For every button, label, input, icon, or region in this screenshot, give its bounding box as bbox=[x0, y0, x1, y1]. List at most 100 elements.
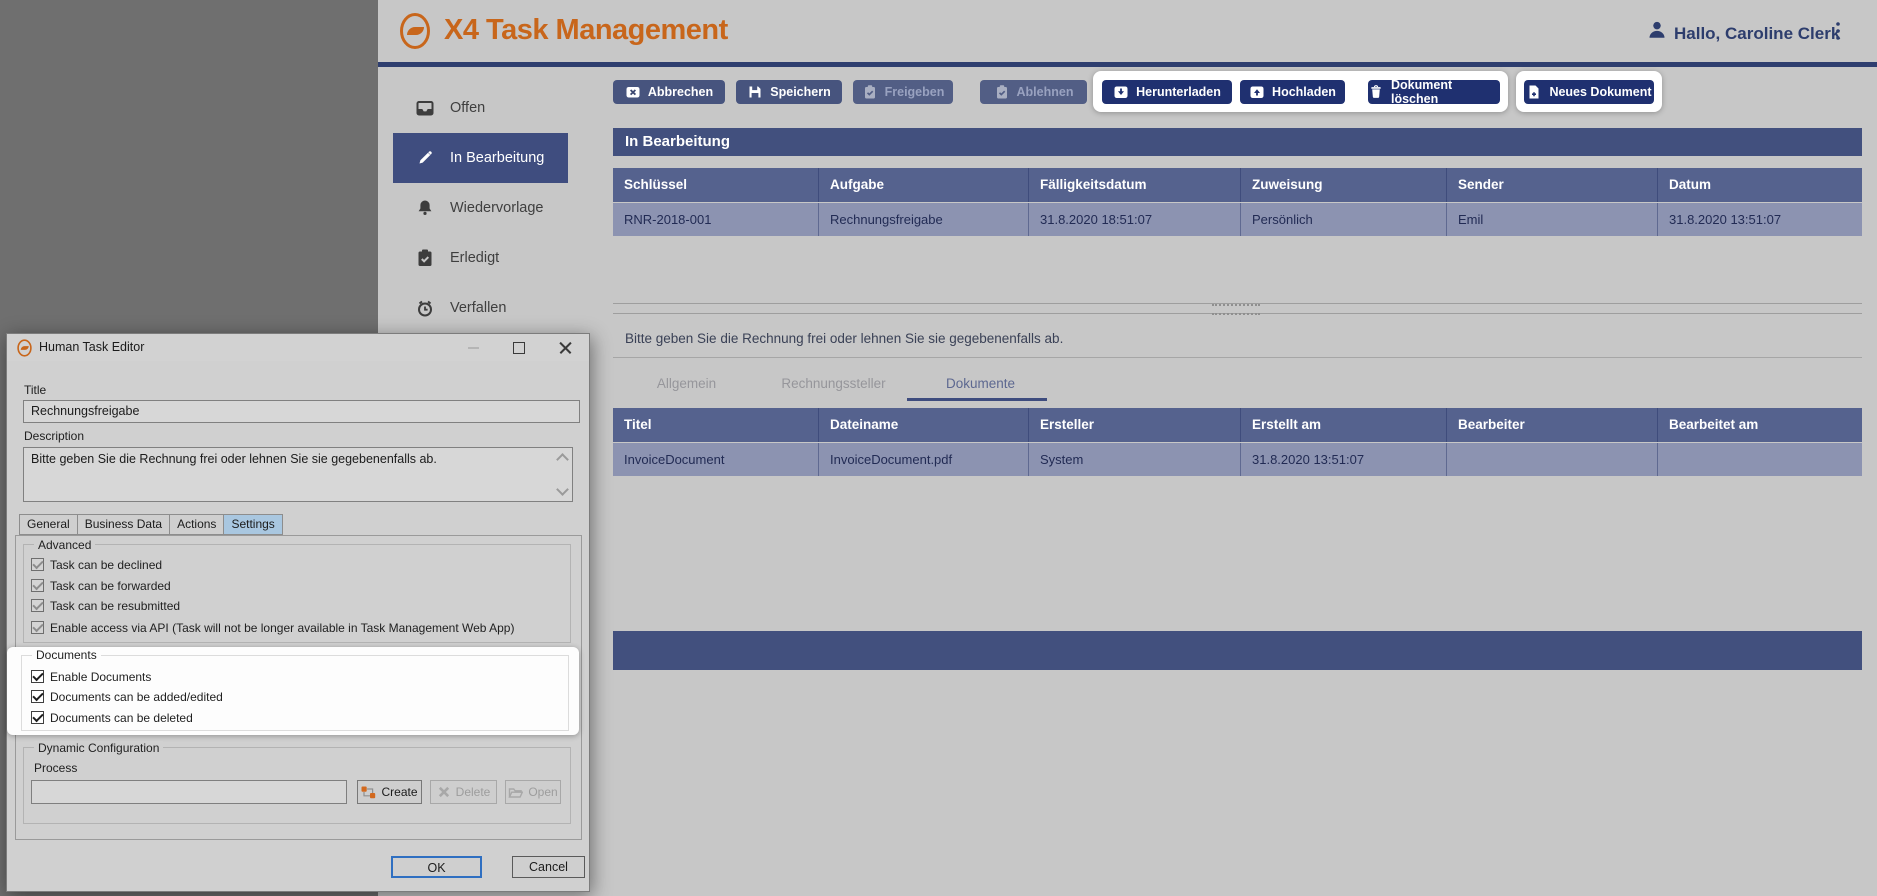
tab-dokumente[interactable]: Dokumente bbox=[907, 369, 1054, 399]
checkbox-label: Enable access via API (Task will not be … bbox=[50, 621, 514, 635]
cell-ersteller: System bbox=[1029, 443, 1241, 476]
ablehnen-button[interactable]: Ablehnen bbox=[980, 80, 1087, 104]
cell-dateiname: InvoiceDocument.pdf bbox=[819, 443, 1029, 476]
tab-business-data[interactable]: Business Data bbox=[77, 514, 170, 535]
cell-erstellt-am: 31.8.2020 13:51:07 bbox=[1241, 443, 1447, 476]
column-header[interactable]: Sender bbox=[1447, 168, 1658, 202]
column-header[interactable]: Datum bbox=[1658, 168, 1862, 202]
close-button[interactable] bbox=[554, 338, 576, 357]
maximize-button[interactable] bbox=[508, 338, 530, 357]
section-title: In Bearbeitung bbox=[613, 128, 1862, 156]
tab-actions[interactable]: Actions bbox=[169, 514, 224, 535]
column-header[interactable]: Erstellt am bbox=[1241, 408, 1447, 442]
sidebar-label: In Bearbeitung bbox=[450, 150, 544, 166]
column-header[interactable]: Titel bbox=[613, 408, 819, 442]
column-header[interactable]: Ersteller bbox=[1029, 408, 1241, 442]
cell-zuweisung: Persönlich bbox=[1241, 203, 1447, 236]
checkbox-task-can-be-resubmitted[interactable] bbox=[31, 599, 44, 612]
checkmark-icon bbox=[32, 669, 43, 680]
checkmark-icon bbox=[32, 689, 43, 700]
cell-schluessel: RNR-2018-001 bbox=[613, 203, 819, 236]
task-table-row[interactable]: RNR-2018-001 Rechnungsfreigabe 31.8.2020… bbox=[613, 203, 1862, 236]
checkbox-row-task-forwarded: Task can be forwarded bbox=[31, 577, 171, 594]
sidebar-item-in-bearbeitung[interactable]: In Bearbeitung bbox=[393, 133, 568, 183]
checkbox-row-documents-added-edited: Documents can be added/edited bbox=[31, 688, 223, 705]
checkbox-label: Task can be declined bbox=[50, 558, 162, 572]
checkbox-documents-can-be-deleted[interactable] bbox=[31, 711, 44, 724]
create-button[interactable]: Create bbox=[357, 780, 422, 804]
checkbox-enable-documents[interactable] bbox=[31, 670, 44, 683]
button-label: Speichern bbox=[770, 85, 830, 99]
cancel-button[interactable]: Cancel bbox=[512, 856, 585, 878]
inbox-icon bbox=[415, 98, 435, 118]
column-header[interactable]: Dateiname bbox=[819, 408, 1029, 442]
dokument-loeschen-button[interactable]: Dokument löschen bbox=[1368, 80, 1500, 104]
sidebar-item-wiedervorlage[interactable]: Wiedervorlage bbox=[393, 183, 568, 233]
alarm-clock-icon bbox=[415, 298, 435, 318]
cell-aufgabe: Rechnungsfreigabe bbox=[819, 203, 1029, 236]
tab-allgemein[interactable]: Allgemein bbox=[613, 369, 760, 399]
tab-general[interactable]: General bbox=[19, 514, 78, 535]
process-input[interactable] bbox=[31, 780, 347, 804]
button-label: Neues Dokument bbox=[1549, 85, 1651, 99]
dialog-titlebar[interactable]: Human Task Editor bbox=[7, 334, 589, 361]
maximize-icon bbox=[513, 342, 525, 354]
checkmark-icon bbox=[32, 557, 43, 568]
column-header[interactable]: Zuweisung bbox=[1241, 168, 1447, 202]
checkbox-task-can-be-forwarded[interactable] bbox=[31, 579, 44, 592]
scroll-up-icon[interactable] bbox=[556, 453, 569, 466]
hochladen-button[interactable]: Hochladen bbox=[1240, 80, 1345, 104]
checkbox-row-enable-documents: Enable Documents bbox=[31, 668, 151, 685]
sidebar-item-offen[interactable]: Offen bbox=[393, 83, 568, 133]
column-header[interactable]: Aufgabe bbox=[819, 168, 1029, 202]
cell-titel: InvoiceDocument bbox=[613, 443, 819, 476]
column-header[interactable]: Bearbeitet am bbox=[1658, 408, 1862, 442]
advanced-group-legend: Advanced bbox=[34, 538, 95, 552]
x4-logo-icon bbox=[398, 12, 432, 50]
human-task-editor-dialog: Human Task Editor Title Rechnungsfreigab… bbox=[6, 333, 590, 892]
tab-settings[interactable]: Settings bbox=[223, 514, 282, 535]
column-header[interactable]: Bearbeiter bbox=[1447, 408, 1658, 442]
checkmark-icon bbox=[32, 620, 43, 631]
checkbox-documents-can-be-added-edited[interactable] bbox=[31, 690, 44, 703]
button-label: Dokument löschen bbox=[1391, 78, 1500, 106]
neues-dokument-button[interactable]: Neues Dokument bbox=[1524, 80, 1654, 104]
splitter-grip[interactable] bbox=[1212, 304, 1260, 315]
open-button[interactable]: Open bbox=[505, 780, 561, 804]
kebab-menu-icon[interactable] bbox=[1834, 20, 1842, 42]
sidebar-label: Wiedervorlage bbox=[450, 200, 544, 216]
tab-rechnungssteller[interactable]: Rechnungssteller bbox=[760, 369, 907, 399]
delete-button[interactable]: Delete bbox=[430, 780, 497, 804]
title-input[interactable]: Rechnungsfreigabe bbox=[23, 400, 580, 423]
checkbox-enable-access-via-api[interactable] bbox=[31, 621, 44, 634]
save-icon bbox=[747, 84, 763, 100]
clipboard-check-icon bbox=[415, 248, 435, 268]
documents-table-row[interactable]: InvoiceDocument InvoiceDocument.pdf Syst… bbox=[613, 443, 1862, 476]
column-header[interactable]: Schlüssel bbox=[613, 168, 819, 202]
checkbox-row-task-declined: Task can be declined bbox=[31, 556, 162, 573]
cell-faelligkeitsdatum: 31.8.2020 18:51:07 bbox=[1029, 203, 1241, 236]
description-textarea[interactable]: Bitte geben Sie die Rechnung frei oder l… bbox=[23, 447, 573, 502]
approve-icon bbox=[862, 84, 878, 100]
button-label: Ablehnen bbox=[1017, 85, 1074, 99]
scroll-down-icon[interactable] bbox=[556, 483, 569, 496]
cell-bearbeitet-am bbox=[1658, 443, 1862, 476]
cell-sender: Emil bbox=[1447, 203, 1658, 236]
dialog-title: Human Task Editor bbox=[39, 334, 144, 361]
minimize-button[interactable] bbox=[462, 338, 484, 357]
ok-button[interactable]: OK bbox=[391, 856, 482, 878]
checkbox-task-can-be-declined[interactable] bbox=[31, 558, 44, 571]
abbrechen-button[interactable]: Abbrechen bbox=[613, 80, 725, 104]
new-document-icon bbox=[1526, 84, 1542, 100]
sidebar-item-erledigt[interactable]: Erledigt bbox=[393, 233, 568, 283]
checkbox-label: Documents can be deleted bbox=[50, 711, 193, 725]
herunterladen-button[interactable]: Herunterladen bbox=[1102, 80, 1232, 104]
description-field-label: Description bbox=[24, 429, 84, 443]
tabs-divider bbox=[613, 357, 1862, 358]
button-label: Open bbox=[528, 785, 557, 799]
column-header[interactable]: Fälligkeitsdatum bbox=[1029, 168, 1241, 202]
speichern-button[interactable]: Speichern bbox=[736, 80, 842, 104]
sidebar-item-verfallen[interactable]: Verfallen bbox=[393, 283, 568, 333]
freigeben-button[interactable]: Freigeben bbox=[853, 80, 953, 104]
cell-bearbeiter bbox=[1447, 443, 1658, 476]
